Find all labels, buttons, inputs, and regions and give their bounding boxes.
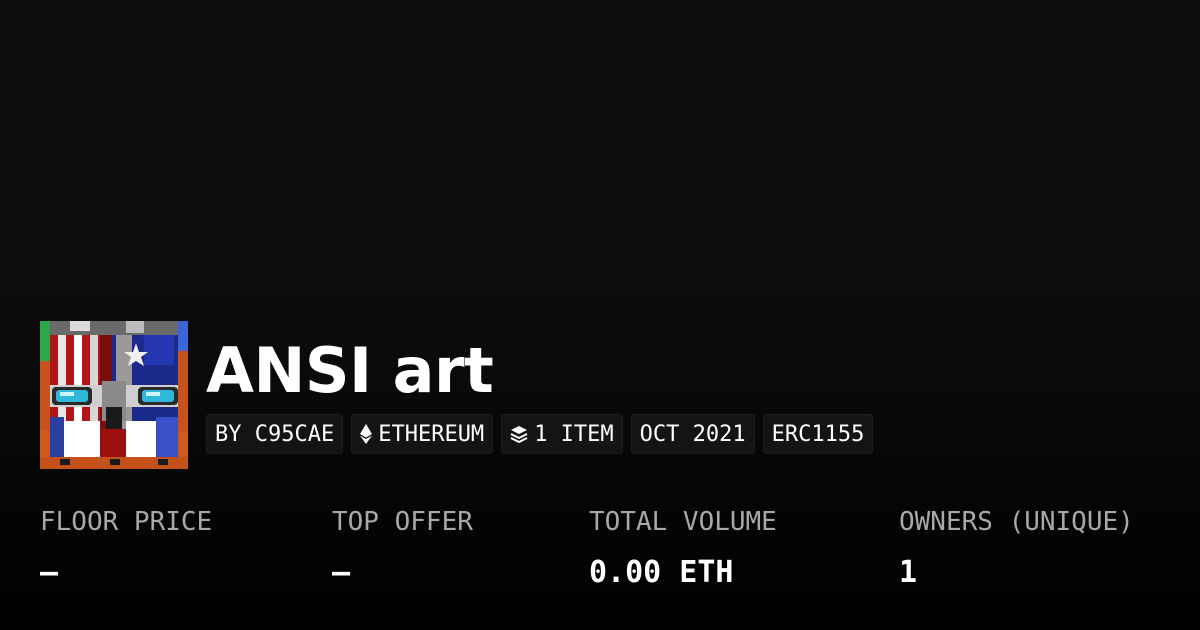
layers-icon: [510, 425, 528, 443]
creator-tag[interactable]: BY C95CAE: [206, 414, 344, 454]
standard-tag: ERC1155: [762, 414, 874, 454]
stat-owners: OWNERS (UNIQUE) 1: [899, 505, 1134, 593]
collection-avatar: [40, 321, 188, 469]
chain-tag[interactable]: ETHEREUM: [351, 414, 494, 454]
ansi-art-face-icon: [40, 321, 188, 469]
stat-value: –: [332, 555, 351, 590]
ethereum-icon: [360, 424, 373, 444]
collection-share-card: ANSI art BY C95CAE ETHEREUM 1 ITEM OCT 2…: [0, 0, 1200, 630]
creator-tag-label: BY C95CAE: [215, 421, 335, 447]
standard-tag-label: ERC1155: [771, 421, 865, 447]
stat-value: 1: [899, 555, 918, 590]
stat-label: TOP OFFER: [332, 507, 473, 537]
chain-tag-label: ETHEREUM: [378, 421, 485, 447]
stat-label: TOTAL VOLUME: [589, 507, 777, 537]
date-tag-label: OCT 2021: [639, 421, 746, 447]
date-tag: OCT 2021: [630, 414, 755, 454]
collection-meta: ANSI art BY C95CAE ETHEREUM 1 ITEM OCT 2…: [206, 321, 881, 454]
stat-label: FLOOR PRICE: [40, 507, 213, 537]
items-tag[interactable]: 1 ITEM: [501, 414, 623, 454]
items-tag-label: 1 ITEM: [534, 421, 614, 447]
stat-value: –: [40, 555, 59, 590]
stat-label: OWNERS (UNIQUE): [899, 507, 1134, 537]
stat-floor-price: FLOOR PRICE –: [40, 505, 212, 593]
stat-total-volume: TOTAL VOLUME 0.00 ETH: [589, 505, 777, 593]
stat-top-offer: TOP OFFER –: [332, 505, 473, 593]
stat-value: 0.00 ETH: [589, 555, 734, 590]
collection-tags: BY C95CAE ETHEREUM 1 ITEM OCT 2021 ERC11…: [206, 414, 881, 454]
collection-header: ANSI art BY C95CAE ETHEREUM 1 ITEM OCT 2…: [40, 321, 881, 469]
collection-title: ANSI art: [206, 334, 494, 407]
